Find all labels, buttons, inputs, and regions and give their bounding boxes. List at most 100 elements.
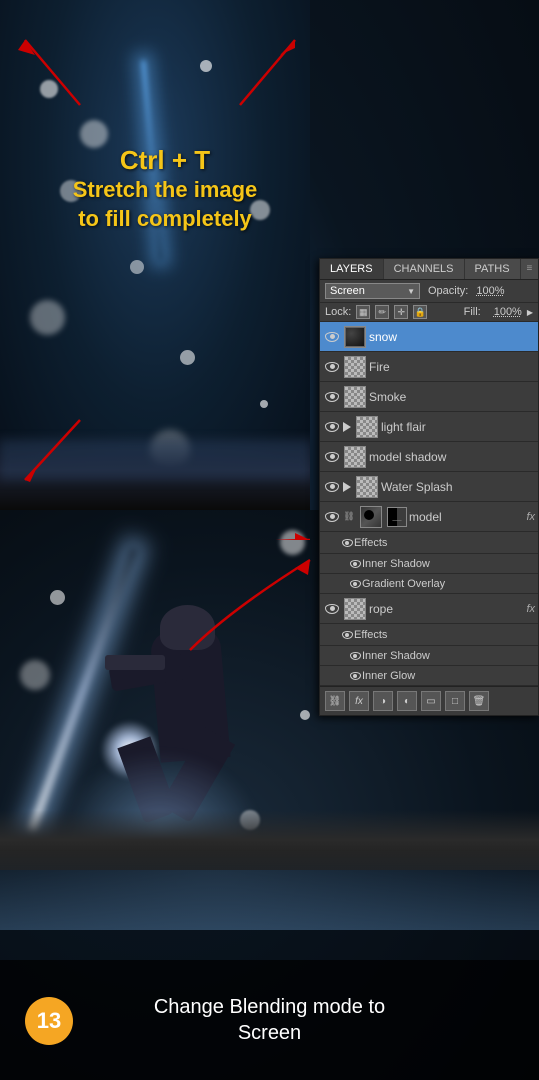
snow-particle-b1 — [280, 530, 305, 555]
layer-gradient-overlay-eye[interactable] — [348, 575, 362, 593]
layer-thumb-smoke — [344, 386, 366, 408]
new-group-button[interactable]: ▭ — [421, 691, 441, 711]
snow-particle — [200, 60, 212, 72]
link-layers-button[interactable]: ⛓ — [325, 691, 345, 711]
blend-mode-row: Screen ▼ Opacity: 100% — [320, 280, 538, 303]
tab-layers[interactable]: LAYERS — [320, 259, 384, 279]
adjustment-layer-button[interactable]: ◐ — [397, 691, 417, 711]
water-surface — [0, 440, 310, 480]
layer-group-arrow-water-splash[interactable] — [343, 482, 351, 492]
layer-smoke[interactable]: Smoke — [320, 382, 538, 412]
layer-name-model-shadow: model shadow — [369, 450, 535, 464]
snow-particle — [250, 200, 270, 220]
lock-pixels-button[interactable]: ▦ — [356, 305, 370, 319]
photoshop-layers-panel: LAYERS CHANNELS PATHS ≡ Screen ▼ Opacity… — [319, 258, 539, 716]
blend-mode-value: Screen — [330, 285, 365, 297]
layer-snow[interactable]: snow — [320, 322, 538, 352]
panel-tabs: LAYERS CHANNELS PATHS ≡ — [320, 259, 538, 280]
layer-fx-rope: fx — [526, 603, 535, 615]
delete-layer-button[interactable]: 🗑 — [469, 691, 489, 711]
layer-model[interactable]: ⛓ __ model fx — [320, 502, 538, 532]
snow-particle-b3 — [20, 660, 50, 690]
snow-particle — [260, 400, 268, 408]
layer-inner-shadow-label-model: Inner Shadow — [362, 558, 430, 570]
layer-inner-shadow-model[interactable]: Inner Shadow — [320, 554, 538, 574]
blend-select-arrow: ▼ — [407, 287, 415, 296]
layer-name-rope: rope — [369, 602, 524, 616]
layer-light-flair[interactable]: light flair — [320, 412, 538, 442]
layer-group-arrow-light-flair[interactable] — [343, 422, 351, 432]
lock-brush-icon: ✏ — [379, 307, 387, 318]
layer-model-shadow[interactable]: model shadow — [320, 442, 538, 472]
add-layer-mask-button[interactable]: ◑ — [373, 691, 393, 711]
fill-value[interactable]: 100% — [494, 306, 522, 318]
layer-visibility-rope[interactable] — [323, 600, 341, 618]
layer-visibility-model[interactable] — [323, 508, 341, 526]
layer-fx-model: fx — [526, 511, 535, 523]
layer-name-water-splash: Water Splash — [381, 480, 535, 494]
fill-label: Fill: — [464, 306, 481, 318]
layer-effects-label-model: Effects — [354, 537, 387, 549]
tab-channels[interactable]: CHANNELS — [384, 259, 465, 279]
snow-particle — [130, 260, 144, 274]
layer-effects-rope[interactable]: Effects — [320, 624, 538, 646]
step-badge: 13 — [25, 997, 73, 1045]
lock-pixel-icon: ▦ — [359, 307, 368, 318]
layer-water-splash[interactable]: Water Splash — [320, 472, 538, 502]
opacity-label: Opacity: — [428, 285, 468, 297]
figure-gun — [105, 655, 165, 670]
layer-visibility-fire[interactable] — [323, 358, 341, 376]
layer-visibility-water-splash[interactable] — [323, 478, 341, 496]
layer-effects-model[interactable]: Effects — [320, 532, 538, 554]
layer-gradient-overlay-model[interactable]: Gradient Overlay — [320, 574, 538, 594]
light-beam — [141, 60, 162, 260]
adjustment-icon: ◐ — [404, 696, 410, 707]
panel-close-button[interactable]: ≡ — [521, 259, 539, 279]
add-layer-style-button[interactable]: fx — [349, 691, 369, 711]
layer-thumb-model-shadow — [344, 446, 366, 468]
layer-list: snow Fire Smoke — [320, 322, 538, 686]
lock-brush-button[interactable]: ✏ — [375, 305, 389, 319]
layer-visibility-model-shadow[interactable] — [323, 448, 341, 466]
lock-label: Lock: — [325, 306, 351, 318]
layers-panel-toolbar: ⛓ fx ◑ ◐ ▭ □ 🗑 — [320, 686, 538, 715]
layer-inner-shadow-eye-model[interactable] — [348, 555, 362, 573]
lock-move-button[interactable]: ✛ — [394, 305, 408, 319]
layer-gradient-overlay-label: Gradient Overlay — [362, 578, 445, 590]
new-layer-button[interactable]: □ — [445, 691, 465, 711]
blend-mode-select[interactable]: Screen ▼ — [325, 283, 420, 299]
lock-all-button[interactable]: 🔒 — [413, 305, 427, 319]
snow-particle — [30, 300, 65, 335]
layer-inner-shadow-eye-rope[interactable] — [348, 647, 362, 665]
link-icon: ⛓ — [329, 696, 342, 707]
top-canvas-area — [0, 0, 310, 510]
fill-arrow[interactable]: ▶ — [527, 308, 533, 317]
layer-inner-shadow-rope[interactable]: Inner Shadow — [320, 646, 538, 666]
group-icon: ▭ — [426, 696, 435, 707]
layer-effects-eye-rope[interactable] — [340, 626, 354, 644]
layer-fire[interactable]: Fire — [320, 352, 538, 382]
layer-inner-glow-eye-rope[interactable] — [348, 667, 362, 685]
layer-visibility-snow[interactable] — [323, 328, 341, 346]
new-layer-icon: □ — [452, 696, 458, 707]
step-number: 13 — [37, 1008, 61, 1034]
bottom-text-area: Change Blending mode toScreen — [0, 960, 539, 1080]
layer-name-light-flair: light flair — [381, 420, 535, 434]
snow-particle — [60, 180, 82, 202]
opacity-value[interactable]: 100% — [476, 285, 504, 297]
figure-head — [160, 605, 215, 650]
layer-visibility-light-flair[interactable] — [323, 418, 341, 436]
mask-icon: ◑ — [380, 696, 386, 707]
layer-visibility-smoke[interactable] — [323, 388, 341, 406]
layer-thumb-fire — [344, 356, 366, 378]
layer-name-model: model — [409, 510, 524, 524]
lock-move-icon: ✛ — [398, 307, 406, 318]
layer-effects-label-rope: Effects — [354, 629, 387, 641]
layer-rope[interactable]: rope fx — [320, 594, 538, 624]
layer-inner-glow-rope[interactable]: Inner Glow — [320, 666, 538, 686]
layer-thumb-rope — [344, 598, 366, 620]
layer-thumb-model — [360, 506, 382, 528]
snow-particle — [40, 80, 58, 98]
layer-effects-eye-model[interactable] — [340, 534, 354, 552]
tab-paths[interactable]: PATHS — [465, 259, 521, 279]
